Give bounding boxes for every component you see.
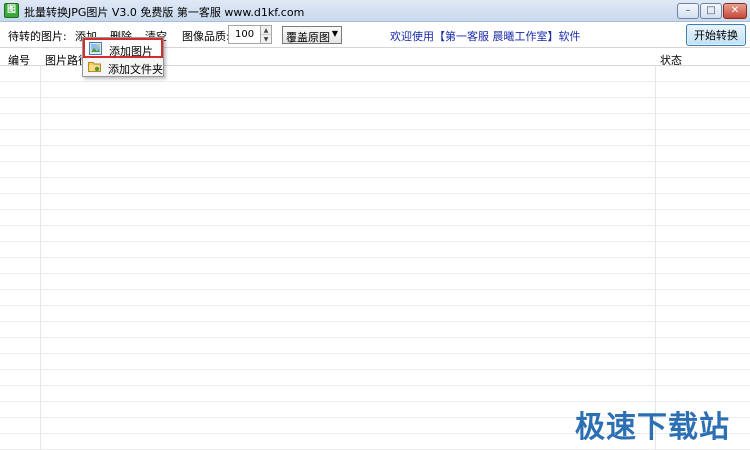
welcome-text: 欢迎使用【第一客服 晨曦工作室】软件 xyxy=(390,30,581,43)
column-header-number[interactable]: 编号 xyxy=(8,52,30,68)
column-header-status[interactable]: 状态 xyxy=(660,52,682,68)
menu-item-add-folder[interactable]: 添加文件夹 xyxy=(84,58,163,77)
app-icon: 图 xyxy=(4,3,19,18)
spin-down-icon[interactable]: ▼ xyxy=(261,35,271,44)
column-divider xyxy=(655,49,656,450)
image-list-table[interactable]: 编号 图片路径 状态 xyxy=(0,49,750,450)
start-convert-button[interactable]: 开始转换 xyxy=(686,24,746,46)
maximize-button[interactable]: □ xyxy=(700,3,722,19)
title-bar: 图 批量转换JPG图片 V3.0 免费版 第一客服 www.d1kf.com –… xyxy=(0,0,750,22)
overwrite-select[interactable]: 覆盖原图 ▼ xyxy=(282,26,342,44)
pending-images-label: 待转的图片: xyxy=(8,30,67,43)
spin-up-icon[interactable]: ▲ xyxy=(261,26,271,35)
minimize-button[interactable]: – xyxy=(677,3,699,19)
menu-item-label: 添加图片 xyxy=(109,45,153,58)
menu-item-label: 添加文件夹 xyxy=(108,63,163,76)
quality-label: 图像品质: xyxy=(182,30,230,43)
quality-input[interactable] xyxy=(228,25,261,44)
window-title: 批量转换JPG图片 V3.0 免费版 第一客服 www.d1kf.com xyxy=(24,6,305,19)
chevron-down-icon: ▼ xyxy=(331,29,338,38)
close-button[interactable]: ✕ xyxy=(723,3,747,19)
image-icon xyxy=(89,42,102,55)
folder-icon xyxy=(88,62,101,72)
menu-item-add-image[interactable]: 添加图片 xyxy=(83,38,163,58)
column-divider xyxy=(40,49,41,450)
quality-spinner[interactable]: ▲ ▼ xyxy=(261,25,272,44)
watermark: 极速下载站 xyxy=(575,410,730,445)
add-popup-menu: 添加图片 添加文件夹 xyxy=(82,37,164,77)
overwrite-select-value: 覆盖原图 xyxy=(286,31,330,44)
